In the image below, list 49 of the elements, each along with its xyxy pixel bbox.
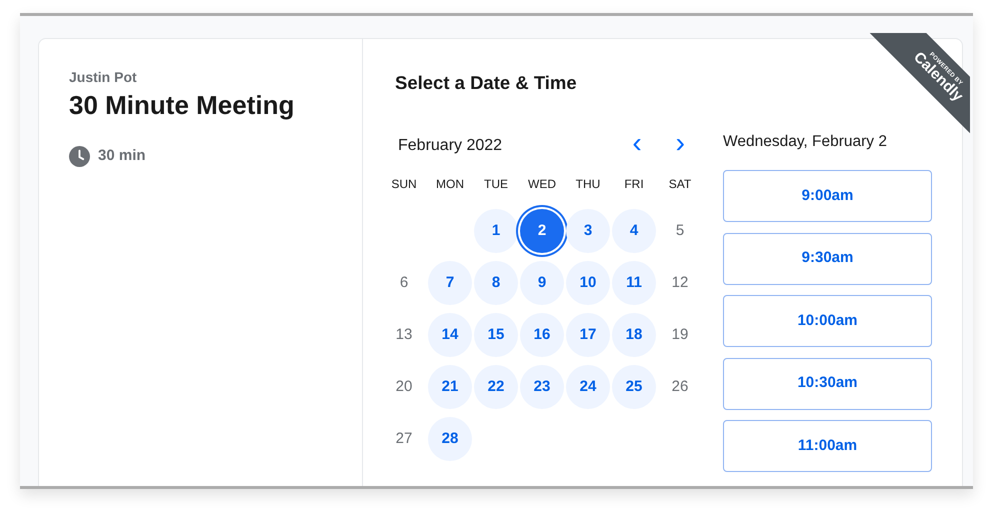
date-button[interactable]: 3 <box>566 209 610 253</box>
date-label: 12 <box>670 272 690 293</box>
date-label: 26 <box>670 376 690 397</box>
date-button[interactable]: 23 <box>520 365 564 409</box>
date-button[interactable]: 14 <box>428 313 472 357</box>
date-label: 20 <box>394 376 414 397</box>
next-month-button[interactable]: › <box>672 129 689 157</box>
host-name: Justin Pot <box>69 68 138 87</box>
clock-icon <box>69 146 90 167</box>
weekday-label: TUE <box>483 176 509 193</box>
date-label: 13 <box>394 324 414 345</box>
weekday-label: WED <box>527 176 557 193</box>
time-slot-button[interactable]: 9:30am <box>723 232 932 284</box>
weekday-label: MON <box>435 176 465 193</box>
date-label: 5 <box>674 220 686 241</box>
duration-label: 30 min <box>98 146 146 166</box>
time-slot-button[interactable]: 9:00am <box>723 170 932 222</box>
date-button[interactable]: 11 <box>612 261 656 305</box>
event-title: 30 Minute Meeting <box>69 90 296 122</box>
date-button[interactable]: 10 <box>566 261 610 305</box>
date-label: 27 <box>394 428 414 449</box>
date-button[interactable]: 9 <box>520 261 564 305</box>
date-label: 19 <box>670 324 690 345</box>
date-button[interactable]: 22 <box>474 365 518 409</box>
time-slot-button[interactable]: 10:00am <box>723 295 932 347</box>
date-label: 6 <box>398 272 410 293</box>
date-button[interactable]: 24 <box>566 365 610 409</box>
date-button[interactable]: 7 <box>428 261 472 305</box>
previous-month-button[interactable]: ‹ <box>628 129 646 157</box>
date-button[interactable]: 2 <box>520 209 564 253</box>
date-button[interactable]: 1 <box>474 209 518 253</box>
date-button[interactable]: 18 <box>612 313 656 357</box>
selected-date-label: Wednesday, February 2 <box>723 132 888 152</box>
month-label: February 2022 <box>398 136 502 156</box>
scheduler-title: Select a Date & Time <box>395 71 577 95</box>
date-button[interactable]: 16 <box>520 313 564 357</box>
weekday-label: FRI <box>623 176 645 193</box>
weekday-label: THU <box>574 176 602 193</box>
date-button[interactable]: 21 <box>428 365 472 409</box>
weekday-label: SAT <box>668 176 692 193</box>
date-button[interactable]: 4 <box>612 209 656 253</box>
date-button[interactable]: 28 <box>428 417 472 461</box>
date-button[interactable]: 15 <box>474 313 518 357</box>
time-slot-button[interactable]: 10:30am <box>723 358 932 410</box>
date-button[interactable]: 25 <box>612 365 656 409</box>
weekday-label: SUN <box>390 176 418 193</box>
date-button[interactable]: 17 <box>566 313 610 357</box>
date-button[interactable]: 8 <box>474 261 518 305</box>
time-slot-button[interactable]: 11:00am <box>723 420 932 472</box>
